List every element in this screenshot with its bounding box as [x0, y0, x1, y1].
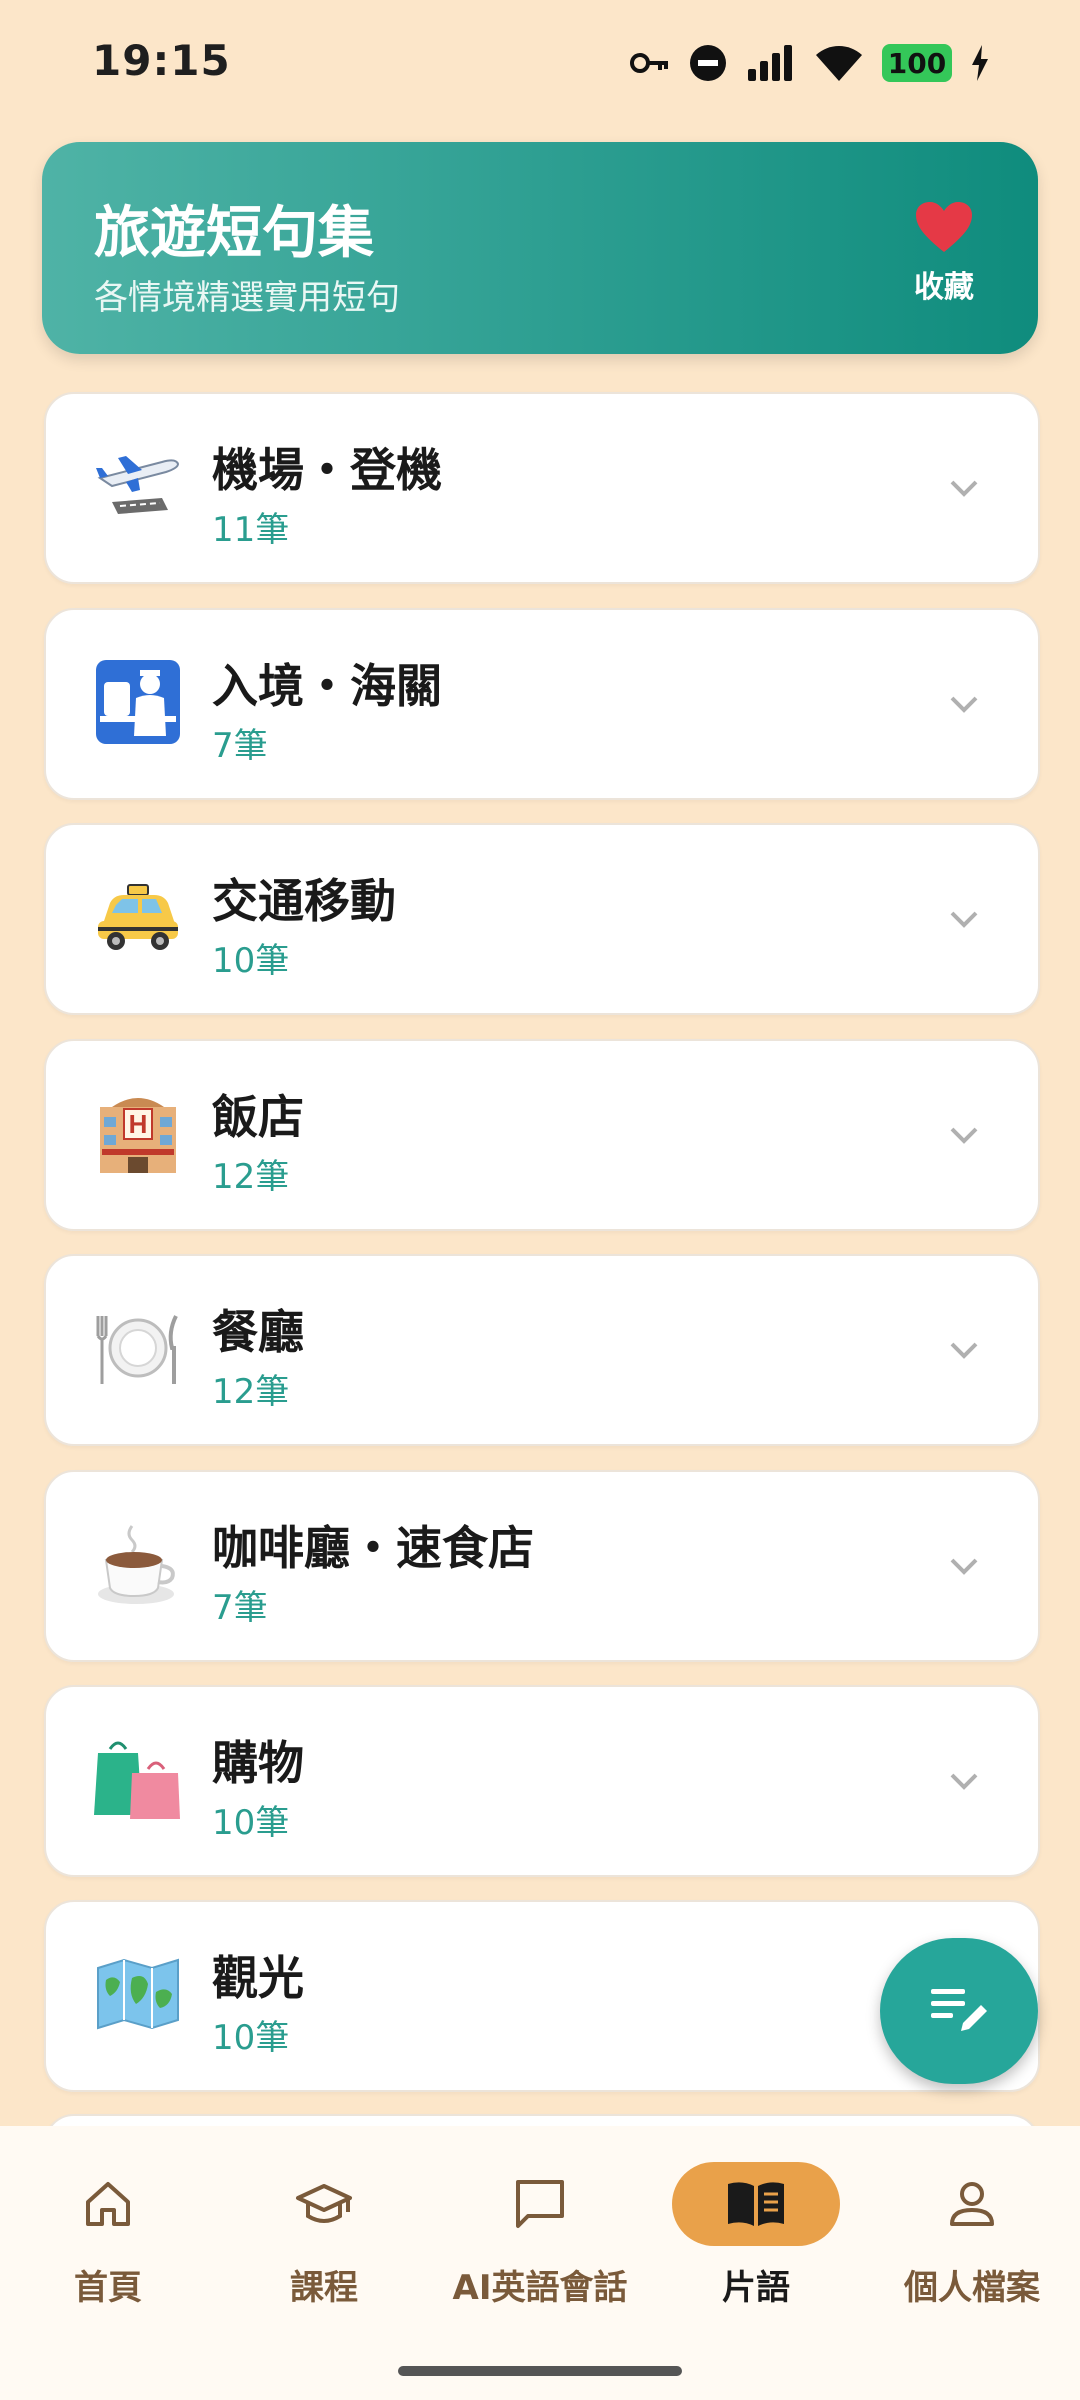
signal-icon	[748, 45, 792, 81]
category-name: 餐廳	[212, 1305, 304, 1359]
category-item-restaurant[interactable]: 餐廳 12筆	[44, 1254, 1040, 1446]
status-icons: 100	[630, 38, 990, 88]
favorites-button[interactable]: 收藏	[904, 200, 984, 306]
nav-label: 個人檔案	[904, 2268, 1040, 2308]
wifi-icon	[816, 46, 862, 81]
category-item-cafe[interactable]: 咖啡廳・速食店 7筆	[44, 1470, 1040, 1662]
category-item-hotel[interactable]: H 飯店 12筆	[44, 1039, 1040, 1231]
battery-indicator: 100	[882, 44, 952, 82]
page-title: 旅遊短句集	[94, 201, 374, 266]
coffee-icon	[98, 1525, 175, 1604]
category-item-shopping[interactable]: 購物 10筆	[44, 1685, 1040, 1877]
chevron-down-icon[interactable]	[946, 901, 982, 937]
category-item-transport[interactable]: 交通移動 10筆	[44, 823, 1040, 1015]
category-count: 7筆	[212, 726, 268, 766]
chevron-down-icon[interactable]	[946, 1548, 982, 1584]
nav-home[interactable]: 首頁	[0, 2162, 216, 2312]
person-icon	[950, 2182, 994, 2226]
nav-label: 片語	[722, 2268, 790, 2308]
book-icon	[728, 2182, 784, 2226]
category-count: 12筆	[212, 1157, 290, 1197]
plate-cutlery-icon	[96, 1315, 178, 1384]
category-count: 11筆	[212, 510, 290, 550]
category-count: 10筆	[212, 941, 290, 981]
heart-icon	[916, 202, 972, 252]
category-count: 12筆	[212, 1372, 290, 1412]
svg-text:H: H	[129, 1109, 148, 1139]
category-name: 觀光	[212, 1951, 304, 2005]
category-name: 購物	[212, 1736, 304, 1790]
category-count: 10筆	[212, 1803, 290, 1843]
chevron-down-icon[interactable]	[946, 1117, 982, 1153]
chevron-down-icon[interactable]	[946, 1332, 982, 1368]
header-card: 旅遊短句集 各情境精選實用短句 收藏	[42, 142, 1038, 354]
category-item-immigration[interactable]: 入境・海關 7筆	[44, 608, 1040, 800]
edit-notes-fab[interactable]	[880, 1938, 1038, 2084]
chevron-down-icon[interactable]	[946, 470, 982, 506]
shopping-bags-icon	[94, 1741, 180, 1819]
charging-icon	[972, 45, 988, 81]
category-name: 咖啡廳・速食店	[212, 1521, 534, 1575]
bottom-navigation: 首頁 課程 AI英語會話 片語 個人檔案	[0, 2126, 1080, 2400]
page-subtitle: 各情境精選實用短句	[94, 278, 400, 318]
favorites-label: 收藏	[914, 270, 974, 305]
edit-note-icon	[931, 1989, 987, 2031]
status-bar: 19:15 100	[0, 0, 1080, 120]
taxi-icon	[98, 884, 178, 950]
status-time: 19:15	[92, 36, 231, 85]
category-name: 飯店	[212, 1090, 304, 1144]
key-icon	[630, 53, 668, 73]
map-icon	[97, 1958, 179, 2030]
hotel-icon: H	[100, 1098, 176, 1173]
nav-ai-conversation[interactable]: AI英語會話	[432, 2162, 648, 2312]
category-item-airport[interactable]: 機場・登機 11筆	[44, 392, 1040, 584]
category-name: 入境・海關	[212, 659, 442, 713]
nav-phrases[interactable]: 片語	[648, 2162, 864, 2312]
nav-courses[interactable]: 課程	[216, 2162, 432, 2312]
graduation-cap-icon	[296, 2184, 352, 2223]
category-count: 7筆	[212, 1588, 268, 1628]
category-name: 機場・登機	[212, 443, 442, 497]
category-count: 10筆	[212, 2018, 290, 2058]
nav-label: AI英語會話	[452, 2268, 628, 2308]
airplane-icon	[96, 456, 180, 514]
home-icon	[86, 2182, 130, 2226]
nav-label: 課程	[290, 2268, 358, 2308]
home-indicator	[398, 2366, 682, 2376]
nav-profile[interactable]: 個人檔案	[864, 2162, 1080, 2312]
chat-bubble-icon	[516, 2180, 564, 2228]
do-not-disturb-icon	[690, 45, 726, 81]
chevron-down-icon[interactable]	[946, 686, 982, 722]
nav-label: 首頁	[74, 2268, 142, 2308]
chevron-down-icon[interactable]	[946, 1763, 982, 1799]
passport-control-icon	[96, 660, 180, 744]
category-name: 交通移動	[212, 874, 396, 928]
